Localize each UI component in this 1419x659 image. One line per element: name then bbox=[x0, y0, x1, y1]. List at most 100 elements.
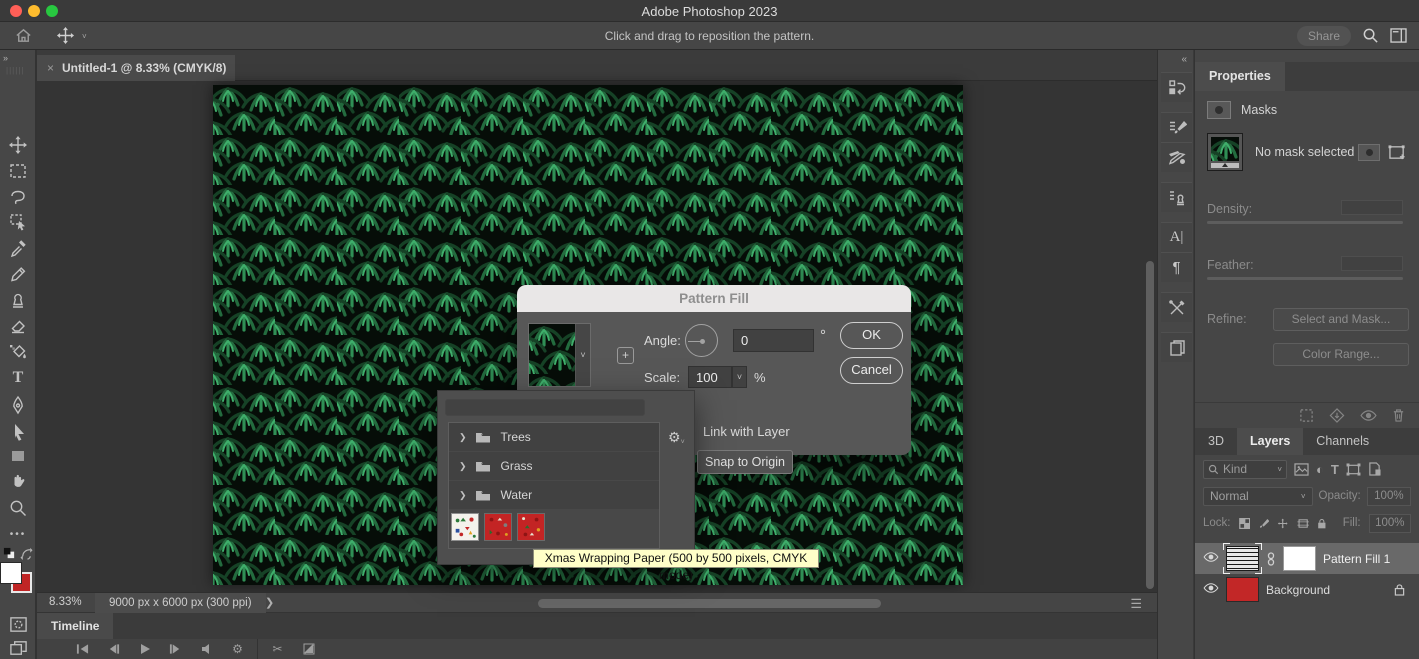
workspace-switcher-icon[interactable] bbox=[1390, 28, 1407, 46]
paragraph-panel-icon[interactable]: ¶ bbox=[1161, 252, 1192, 282]
first-frame-button[interactable] bbox=[67, 643, 98, 655]
layer-name[interactable]: Pattern Fill 1 bbox=[1323, 552, 1390, 566]
brushes-panel-icon[interactable] bbox=[1161, 112, 1192, 142]
mask-link-icon[interactable] bbox=[1266, 551, 1276, 566]
layer-pattern-thumbnail[interactable] bbox=[1207, 133, 1243, 171]
lasso-tool[interactable] bbox=[5, 185, 31, 209]
filter-adjustment-layers-icon[interactable]: ◐ bbox=[1316, 462, 1324, 477]
density-slider[interactable] bbox=[1207, 221, 1403, 224]
pattern-preview-dropdown[interactable]: ˅ bbox=[528, 323, 591, 387]
history-panel-icon[interactable] bbox=[1161, 72, 1192, 102]
tab-channels[interactable]: Channels bbox=[1303, 428, 1382, 455]
toggle-mask-eye-icon[interactable] bbox=[1360, 409, 1377, 422]
vertical-scrollbar[interactable] bbox=[1145, 81, 1155, 592]
opacity-value[interactable]: 100% bbox=[1366, 486, 1411, 506]
layer-row-pattern-fill[interactable]: Pattern Fill 1 bbox=[1195, 543, 1419, 574]
tab-timeline[interactable]: Timeline bbox=[37, 613, 114, 639]
foreground-color-swatch[interactable] bbox=[0, 562, 22, 584]
marquee-tool[interactable] bbox=[5, 159, 31, 183]
quick-mask-icon[interactable] bbox=[5, 612, 31, 636]
tools-panel-icon[interactable] bbox=[1161, 292, 1192, 322]
pattern-folder-trees[interactable]: ❯ Trees bbox=[449, 423, 659, 451]
clone-source-panel-icon[interactable] bbox=[1161, 182, 1192, 212]
angle-dial[interactable] bbox=[685, 324, 718, 357]
move-tool[interactable] bbox=[5, 133, 31, 157]
disclosure-chevron-icon[interactable]: ❯ bbox=[459, 461, 467, 472]
feather-value-box[interactable] bbox=[1341, 256, 1403, 271]
pattern-thumbnail-red-1[interactable] bbox=[484, 513, 512, 541]
default-colors-icon[interactable] bbox=[3, 547, 16, 563]
tab-properties[interactable]: Properties bbox=[1195, 62, 1285, 91]
lock-position-icon[interactable] bbox=[1277, 517, 1288, 530]
filter-pixel-layers-icon[interactable] bbox=[1294, 462, 1309, 476]
object-selection-tool[interactable] bbox=[5, 210, 31, 234]
brush-settings-panel-icon[interactable] bbox=[1161, 142, 1192, 172]
disclosure-chevron-icon[interactable]: ❯ bbox=[459, 432, 467, 443]
background-layer-thumbnail[interactable] bbox=[1226, 577, 1259, 602]
mute-audio-button[interactable] bbox=[191, 643, 222, 655]
color-range-button[interactable]: Color Range... bbox=[1273, 343, 1409, 366]
healing-brush-tool[interactable] bbox=[5, 262, 31, 286]
dialog-title[interactable]: Pattern Fill bbox=[517, 285, 911, 312]
layer-row-background[interactable]: Background bbox=[1195, 574, 1419, 605]
filter-type-layers-icon[interactable]: T bbox=[1331, 462, 1339, 477]
layer-name[interactable]: Background bbox=[1266, 583, 1387, 597]
play-button[interactable] bbox=[129, 643, 160, 655]
expand-tools-icon[interactable]: » bbox=[3, 53, 8, 63]
collapse-panels-icon[interactable]: « bbox=[1181, 54, 1187, 65]
next-frame-button[interactable] bbox=[160, 643, 191, 655]
add-vector-mask-icon[interactable] bbox=[1388, 144, 1407, 161]
fill-value[interactable]: 100% bbox=[1368, 513, 1412, 533]
cancel-button[interactable]: Cancel bbox=[840, 357, 903, 384]
libraries-panel-icon[interactable] bbox=[1161, 332, 1192, 362]
hand-tool[interactable] bbox=[5, 469, 31, 493]
screen-mode-icon[interactable] bbox=[5, 636, 31, 659]
clone-stamp-tool[interactable] bbox=[5, 288, 31, 312]
pattern-dropdown-chevron-icon[interactable]: ˅ bbox=[575, 324, 590, 386]
add-pixel-mask-icon[interactable] bbox=[1358, 143, 1380, 161]
angle-input[interactable]: 0 bbox=[733, 329, 814, 352]
delete-mask-trash-icon[interactable] bbox=[1392, 408, 1405, 423]
timeline-settings-icon[interactable]: ⚙ bbox=[222, 642, 253, 656]
close-tab-icon[interactable]: × bbox=[47, 61, 54, 75]
pattern-layer-thumbnail[interactable] bbox=[1223, 543, 1262, 574]
filter-smart-objects-icon[interactable] bbox=[1368, 462, 1381, 476]
direct-selection-tool[interactable] bbox=[5, 420, 31, 444]
transition-icon[interactable] bbox=[293, 643, 324, 655]
eyedropper-tool[interactable] bbox=[5, 236, 31, 260]
zoom-tool[interactable] bbox=[5, 496, 31, 520]
layer-visibility-eye-icon[interactable] bbox=[1203, 582, 1219, 597]
scale-dropdown-chevron-icon[interactable]: ˅ bbox=[732, 366, 747, 388]
select-and-mask-button[interactable]: Select and Mask... bbox=[1273, 308, 1409, 331]
density-value-box[interactable] bbox=[1341, 200, 1403, 215]
tab-layers[interactable]: Layers bbox=[1236, 428, 1304, 455]
lock-pixels-brush-icon[interactable] bbox=[1258, 517, 1270, 530]
pattern-folder-water[interactable]: ❯ Water bbox=[449, 481, 659, 509]
eraser-tool[interactable] bbox=[5, 314, 31, 338]
pattern-thumbnail-red-2[interactable] bbox=[517, 513, 545, 541]
search-icon[interactable] bbox=[1362, 27, 1379, 47]
status-chevron-icon[interactable]: ❯ bbox=[265, 596, 274, 609]
snap-to-origin-button[interactable]: Snap to Origin bbox=[697, 450, 793, 474]
ok-button[interactable]: OK bbox=[840, 322, 903, 349]
filter-shape-layers-icon[interactable] bbox=[1346, 462, 1361, 476]
previous-frame-button[interactable] bbox=[98, 643, 129, 655]
scale-input[interactable]: 100 bbox=[688, 366, 732, 388]
pen-tool[interactable] bbox=[5, 393, 31, 417]
type-tool[interactable]: T bbox=[5, 366, 31, 390]
link-with-layer-label[interactable]: Link with Layer bbox=[703, 424, 790, 439]
kind-filter-dropdown[interactable]: Kind ˅ bbox=[1203, 459, 1287, 479]
share-button[interactable]: Share bbox=[1297, 26, 1351, 46]
split-clip-icon[interactable]: ✂ bbox=[262, 642, 293, 656]
tab-3d[interactable]: 3D bbox=[1195, 428, 1237, 455]
paint-bucket-tool[interactable] bbox=[5, 340, 31, 364]
apply-mask-icon[interactable] bbox=[1329, 408, 1345, 423]
load-selection-icon[interactable] bbox=[1299, 408, 1314, 423]
pattern-thumbnail-xmas-wrapping-paper[interactable] bbox=[451, 513, 479, 541]
pattern-folder-grass[interactable]: ❯ Grass bbox=[449, 452, 659, 480]
feather-slider[interactable] bbox=[1207, 277, 1403, 280]
rectangle-tool[interactable] bbox=[5, 444, 31, 468]
lock-artboard-icon[interactable] bbox=[1297, 517, 1309, 530]
zoom-level[interactable]: 8.33% bbox=[49, 596, 82, 608]
lock-transparency-icon[interactable] bbox=[1238, 517, 1250, 530]
